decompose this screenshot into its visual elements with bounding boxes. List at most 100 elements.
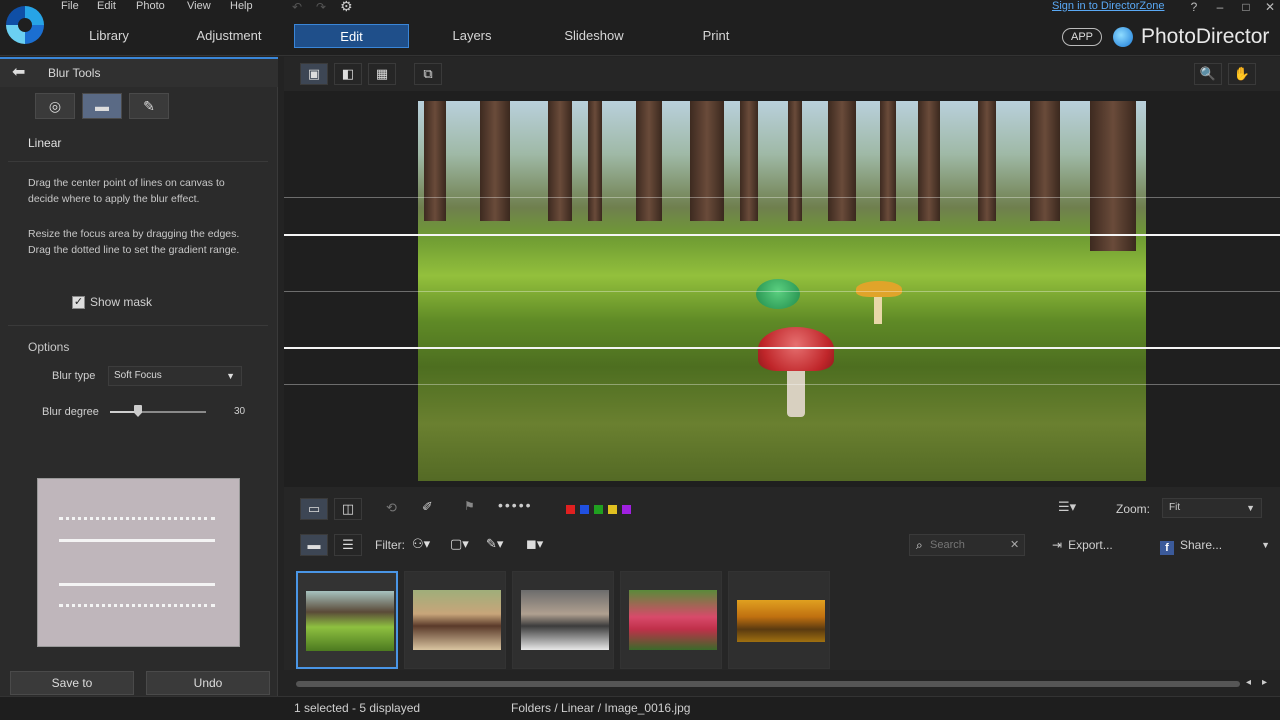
mushroom-stem: [874, 294, 882, 324]
gradient-dotted-line[interactable]: [284, 197, 1280, 198]
blur-degree-slider-fill: [110, 411, 138, 413]
tree-trunk: [918, 101, 940, 221]
blur-degree-label: Blur degree: [42, 406, 99, 418]
chevron-down-icon: ▼: [1246, 503, 1255, 513]
tree-trunk: [588, 101, 602, 221]
thumbnail-view-icon[interactable]: ▬: [300, 534, 328, 556]
brush-blur-button[interactable]: ✎: [129, 93, 169, 119]
blur-tools-panel: ⬅ Blur Tools ◎ ▬ ✎ Linear Drag the cente…: [0, 57, 278, 670]
grid-view-icon[interactable]: ▦: [368, 63, 396, 85]
search-input[interactable]: [930, 537, 1004, 553]
color-label-blue[interactable]: [580, 505, 589, 514]
redo-arrow-icon[interactable]: ↷: [316, 0, 326, 14]
single-view-icon[interactable]: ▣: [300, 63, 328, 85]
tree-trunk: [424, 101, 446, 221]
filter-flag-icon[interactable]: ◼▾: [526, 536, 543, 552]
brand-name: PhotoDirector: [1141, 25, 1270, 48]
thumbnail[interactable]: [728, 571, 830, 669]
export-icon: ⇥: [1052, 538, 1063, 552]
thumbnail-image-0016[interactable]: [296, 571, 398, 669]
back-arrow-icon[interactable]: ⬅: [12, 65, 32, 81]
thumbnail[interactable]: [512, 571, 614, 669]
menu-edit[interactable]: Edit: [97, 0, 116, 14]
app-badge[interactable]: APP: [1062, 28, 1102, 46]
tab-library[interactable]: Library: [50, 24, 168, 48]
filter-select-icon[interactable]: ▢▾: [450, 536, 469, 552]
color-label-green[interactable]: [594, 505, 603, 514]
linear-blur-button[interactable]: ▬: [82, 93, 122, 119]
filter-edit-icon[interactable]: ✎▾: [486, 536, 503, 552]
edit-workspace: ▣ ◧ ▦ ⧉ 🔍 ✋ ▭ ◫ ⟲ ✐ ⚑ ••••• ☰▾ Zoom: Fit…: [284, 57, 1280, 688]
file-path: Folders / Linear / Image_0016.jpg: [511, 701, 691, 715]
color-label-red[interactable]: [566, 505, 575, 514]
gradient-dotted-line[interactable]: [284, 384, 1280, 385]
menu-file[interactable]: File: [61, 0, 79, 14]
horizontal-scrollbar[interactable]: [296, 681, 1240, 687]
help-icon[interactable]: ?: [1186, 0, 1202, 14]
thumbnail[interactable]: [620, 571, 722, 669]
panel-header: ⬅ Blur Tools: [0, 57, 278, 87]
save-to-button[interactable]: Save to: [10, 671, 134, 695]
gradient-dotted-line: [59, 517, 215, 520]
options-heading: Options: [28, 340, 70, 354]
close-icon[interactable]: ✕: [1262, 0, 1278, 14]
minimize-icon[interactable]: –: [1212, 0, 1228, 14]
filter-label: Filter:: [375, 538, 405, 552]
scroll-left-icon[interactable]: ◂: [1246, 677, 1251, 688]
filter-faces-icon[interactable]: ⚇▾: [412, 536, 430, 552]
settings-gear-icon[interactable]: ⚙: [340, 0, 353, 15]
zoom-tool-icon[interactable]: 🔍: [1194, 63, 1222, 85]
menu-view[interactable]: View: [187, 0, 211, 14]
edit-pen-icon[interactable]: ✐: [422, 499, 433, 515]
search-box[interactable]: ⌕ ✕: [909, 534, 1025, 556]
undo-button[interactable]: Undo: [146, 671, 270, 695]
show-mask-checkbox[interactable]: ✓: [72, 296, 85, 309]
tab-edit[interactable]: Edit: [294, 24, 409, 48]
flag-icon[interactable]: ⚑: [464, 499, 475, 513]
tab-adjustment[interactable]: Adjustment: [170, 24, 288, 48]
pan-hand-icon[interactable]: ✋: [1228, 63, 1256, 85]
sort-list-icon[interactable]: ☰▾: [1058, 499, 1076, 515]
menu-help[interactable]: Help: [230, 0, 253, 14]
tab-print[interactable]: Print: [658, 24, 774, 48]
clear-search-icon[interactable]: ✕: [1010, 538, 1019, 551]
before-after-icon[interactable]: ⧉: [414, 63, 442, 85]
center-line[interactable]: [284, 291, 1280, 292]
export-button[interactable]: ⇥ Export...: [1052, 535, 1148, 555]
rotate-icon[interactable]: ⟲: [386, 500, 397, 516]
photo-canvas[interactable]: [284, 91, 1280, 487]
dual-view-icon[interactable]: ◫: [334, 498, 362, 520]
menu-photo[interactable]: Photo: [136, 0, 165, 14]
maximize-icon[interactable]: □: [1238, 0, 1254, 14]
scroll-right-icon[interactable]: ▸: [1262, 677, 1267, 688]
list-view-icon[interactable]: ☰: [334, 534, 362, 556]
focus-line[interactable]: [284, 347, 1280, 349]
undo-arrow-icon[interactable]: ↶: [292, 0, 302, 14]
blur-type-label: Blur type: [52, 370, 96, 382]
zoom-dropdown[interactable]: Fit ▼: [1162, 498, 1262, 518]
compare-view-icon[interactable]: ◧: [334, 63, 362, 85]
blur-type-dropdown[interactable]: Soft Focus ▼: [108, 366, 242, 386]
rating-dots[interactable]: •••••: [498, 497, 533, 513]
thumbnail[interactable]: [404, 571, 506, 669]
zoom-value: Fit: [1169, 502, 1181, 513]
mushroom-stem: [787, 367, 805, 417]
color-label-yellow[interactable]: [608, 505, 617, 514]
tree-trunk: [1090, 101, 1136, 251]
yellow-mushroom: [856, 281, 902, 297]
thumbnail-preview: [306, 591, 394, 651]
blur-degree-slider-thumb[interactable]: [134, 405, 142, 417]
top-bar: File Edit Photo View Help ↶ ↷ ⚙ Library …: [0, 0, 1280, 56]
tab-slideshow[interactable]: Slideshow: [536, 24, 652, 48]
focus-line[interactable]: [284, 234, 1280, 236]
sign-in-link[interactable]: Sign in to DirectorZone: [1052, 0, 1165, 12]
divider: [8, 325, 268, 326]
tree-trunk: [788, 101, 802, 221]
tab-layers[interactable]: Layers: [414, 24, 530, 48]
color-label-purple[interactable]: [622, 505, 631, 514]
tree-trunk: [740, 101, 758, 221]
radial-blur-button[interactable]: ◎: [35, 93, 75, 119]
filmstrip-view-icon[interactable]: ▭: [300, 498, 328, 520]
tree-trunk: [880, 101, 896, 221]
share-button[interactable]: f Share... ▼: [1160, 535, 1270, 555]
